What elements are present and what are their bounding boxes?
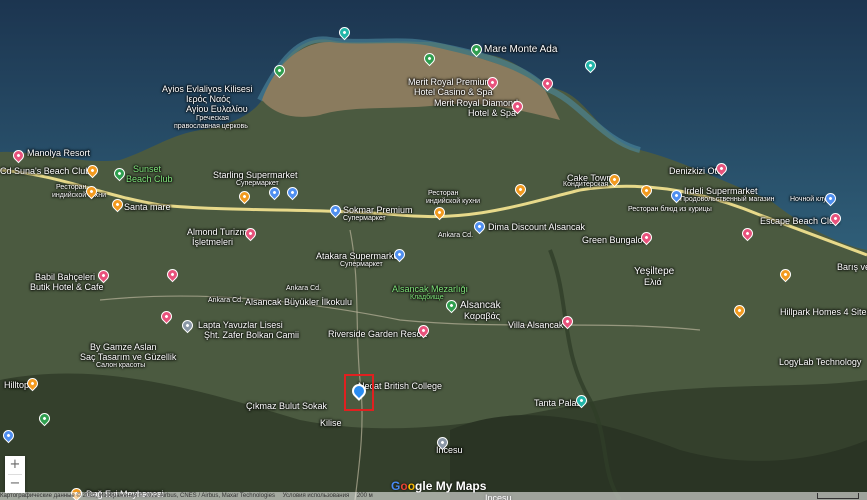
place-label-riverside[interactable]: Riverside Garden Resort <box>328 329 427 339</box>
place-label-hilltop[interactable]: Hilltop <box>4 380 29 390</box>
place-label-merit-diamond-2[interactable]: Hotel & Spa <box>468 108 516 118</box>
place-label-baris[interactable]: Barış ve <box>837 262 867 272</box>
place-label-escape[interactable]: Escape Beach Club <box>760 216 839 226</box>
place-label-irdeli-ru[interactable]: Ресторан блюд из курицы <box>628 206 712 214</box>
place-label-tanta[interactable]: Tanta Palas <box>534 398 581 408</box>
place-label-ayios-3[interactable]: Αγίου Ευλαλίου <box>186 104 248 114</box>
place-label-ayios-1[interactable]: Ayios Evlaliyos Kilisesi <box>162 84 252 94</box>
zoom-control: + − <box>5 456 25 493</box>
scale-label: 200 м <box>356 493 373 499</box>
scale-bar <box>817 493 859 499</box>
map-view[interactable]: Mare Monte Ada Ayios Evlaliyos Kilisesi Ιε… <box>0 0 867 500</box>
place-label-ankara-2[interactable]: Ankara Cd. <box>208 297 243 305</box>
place-label-yesiltepe-1[interactable]: Yeşiltepe <box>634 266 674 277</box>
terms-link[interactable]: Условия использования <box>283 493 350 499</box>
place-label-dima[interactable]: Dima Discount Alsancak <box>488 222 585 232</box>
place-label-alsancak-2[interactable]: Καραβάς <box>464 311 500 321</box>
attribution-bar: Картографические данные © 2022, Изображе… <box>0 492 867 500</box>
logo-part: o <box>400 479 408 493</box>
logo-part: o <box>407 479 416 493</box>
place-label-cake-ru[interactable]: Кондитерская <box>563 181 608 189</box>
place-label-sunset-1[interactable]: Sunset <box>133 164 161 174</box>
place-label-merit-premium-2[interactable]: Hotel Casino & Spa <box>414 87 493 97</box>
place-label-irdeli[interactable]: Irdeli Supermarket <box>684 186 758 196</box>
place-label-atakara[interactable]: Atakara Supermarket <box>316 251 401 261</box>
place-label-ankara-1[interactable]: Ankara Cd. <box>438 232 473 240</box>
place-label-babil-1[interactable]: Babil Bahçeleri <box>35 272 95 282</box>
place-label-suna[interactable]: Cd Suna's Beach Club <box>0 166 90 176</box>
zoom-out-button[interactable]: − <box>5 475 25 493</box>
place-label-sokmar-2[interactable]: Супермаркет <box>343 215 386 223</box>
place-label-mezarligi-1[interactable]: Alsancak Mezarlığı <box>392 284 468 294</box>
place-label-gamze-1[interactable]: By Gamze Aslan <box>90 342 157 352</box>
google-my-maps-logo: Google My Maps <box>391 479 486 493</box>
place-label-ankara-3[interactable]: Ankara Cd. <box>286 285 321 293</box>
place-label-yesiltepe-2[interactable]: Ελιά <box>644 277 662 287</box>
place-label-starling[interactable]: Starling Supermarket <box>213 170 298 180</box>
place-label-alsancak-school[interactable]: Alsancak Büyükler İlkokulu <box>245 297 352 307</box>
place-label-sunset-2[interactable]: Beach Club <box>126 174 173 184</box>
place-label-lapta-2[interactable]: Şht. Zafer Bolkan Camii <box>204 330 299 340</box>
place-label-logylab[interactable]: LogyLab Technology <box>779 357 861 367</box>
place-label-suna-ru[interactable]: Ресторан <box>56 184 86 192</box>
place-label-ayios-2[interactable]: Ιερός Ναός <box>186 94 231 104</box>
place-label-santa-mare[interactable]: Santa mare <box>124 202 171 212</box>
place-label-manolya[interactable]: Manolya Resort <box>27 148 90 158</box>
place-label-kilise[interactable]: Kilise <box>320 418 342 428</box>
place-label-sokmar-1[interactable]: Sokmar Premium <box>343 205 413 215</box>
place-label-merit-premium-1[interactable]: Merit Royal Premium <box>408 77 492 87</box>
place-label-green-bungalow[interactable]: Green Bungalow <box>582 235 649 245</box>
place-label-mare-monte-ada[interactable]: Mare Monte Ada <box>484 44 557 55</box>
place-label-ayios-5[interactable]: православная церковь <box>174 123 248 131</box>
satellite-imagery <box>0 0 867 500</box>
place-label-lapta-1[interactable]: Lapta Yavuzlar Lisesi <box>198 320 283 330</box>
place-label-mezarligi-2[interactable]: Кладбище <box>410 294 444 302</box>
place-label-gamze-3[interactable]: Салон красоты <box>96 362 145 370</box>
place-label-cikmaz[interactable]: Çıkmaz Bulut Sokak <box>246 401 327 411</box>
place-label-irdeli-ru2[interactable]: Продовольственный магазин <box>680 196 775 204</box>
logo-part: gle My Maps <box>415 479 487 493</box>
place-label-suna-ru2[interactable]: индийской кухни <box>52 192 106 200</box>
place-label-villa[interactable]: Villa Alsancak <box>508 320 563 330</box>
place-label-atakara-ru[interactable]: Супермаркет <box>340 261 383 269</box>
logo-part: G <box>391 479 401 493</box>
place-label-alsancak-1[interactable]: Alsancak <box>460 300 501 311</box>
place-label-merit-diamond-1[interactable]: Merit Royal Diamond <box>434 98 518 108</box>
place-label-ayios-4[interactable]: Греческая <box>196 115 229 123</box>
place-label-hillpark[interactable]: Hillpark Homes 4 Sites <box>780 307 867 317</box>
place-label-almond-2[interactable]: İşletmeleri <box>192 237 233 247</box>
place-label-ru-rest2[interactable]: индийской кухни <box>426 198 480 206</box>
place-label-babil-2[interactable]: Butik Hotel & Cafe <box>30 282 104 292</box>
place-label-ru-rest[interactable]: Ресторан <box>428 190 458 198</box>
attribution-text: Картографические данные © 2022, Изображе… <box>0 493 275 499</box>
zoom-in-button[interactable]: + <box>5 456 25 474</box>
place-label-almond-1[interactable]: Almond Turizm <box>187 227 247 237</box>
place-label-gamze-2[interactable]: Saç Tasarım ve Güzellik <box>80 352 176 362</box>
